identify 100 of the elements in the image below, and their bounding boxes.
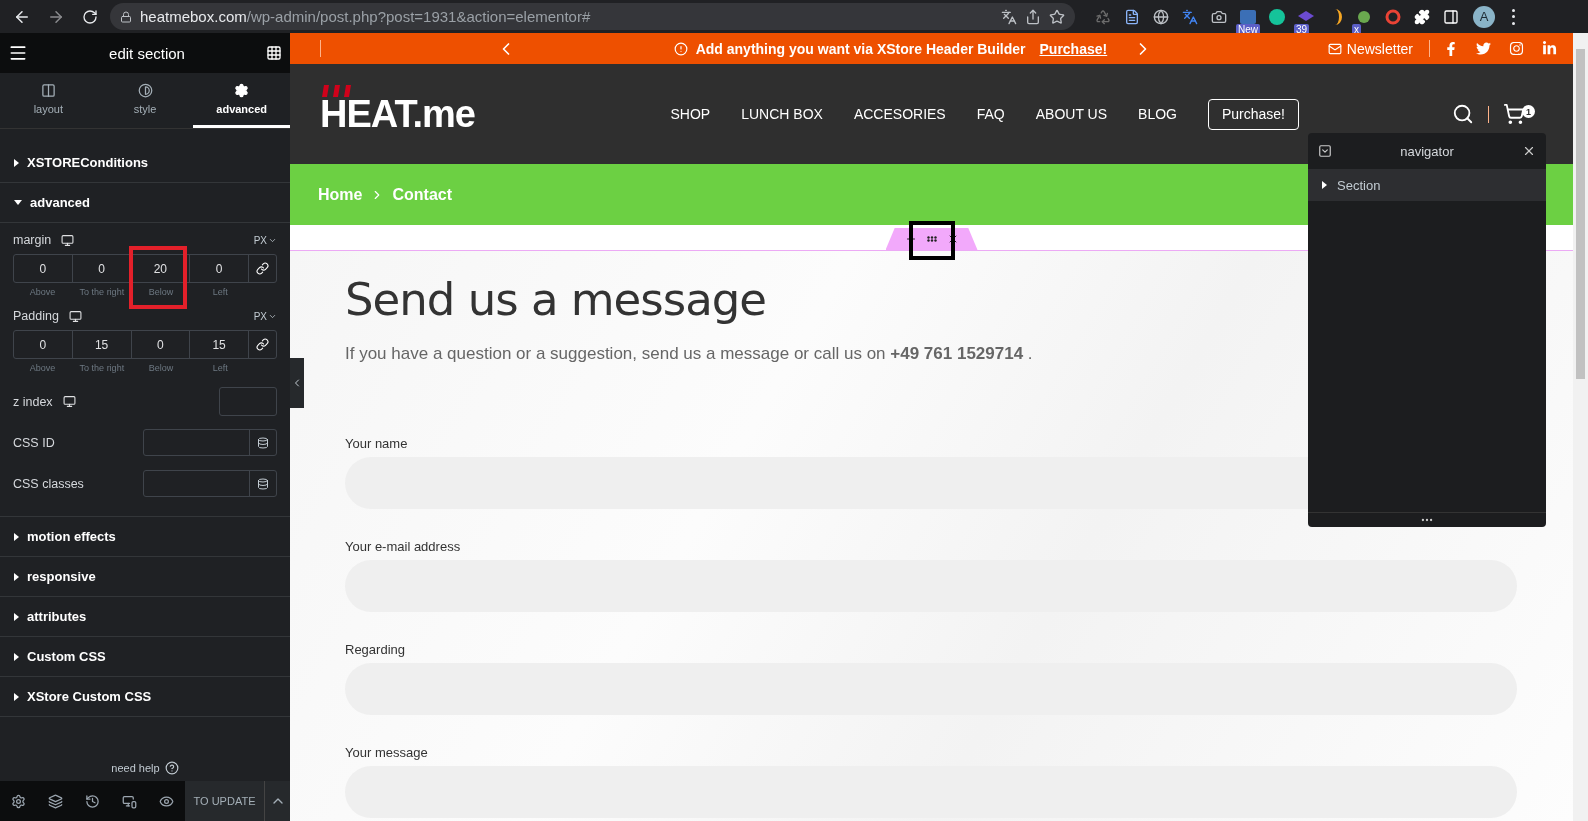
search-icon[interactable] [1452,103,1474,125]
desktop-icon[interactable] [62,395,76,408]
dimension-input[interactable]: 0 [14,261,72,276]
close-icon[interactable] [1522,144,1536,158]
globe-icon[interactable] [1153,8,1169,25]
gear-icon [11,793,26,809]
planet-icon[interactable] [1356,9,1372,24]
nav-link[interactable]: SHOP [670,106,711,122]
bookmark-star-icon[interactable] [1049,8,1065,25]
link-icon [256,262,269,275]
extension-icon[interactable] [1269,8,1285,25]
devices-icon [122,793,137,809]
panel-title: edit section [109,44,185,62]
history-icon [85,793,100,809]
unit-select[interactable]: PX [253,234,277,246]
panel-tab[interactable]: style [96,73,194,128]
dimension-label: Left [211,363,229,373]
widgets-grid-icon[interactable] [266,45,282,61]
newsletter-link[interactable]: Newsletter [1346,40,1413,57]
eye-icon [159,793,174,809]
dimension-label: To the right [78,363,126,373]
dimension-input[interactable]: 0 [190,261,248,276]
recycle-icon[interactable] [1095,8,1111,25]
dimension-label: Above [28,363,57,373]
dimension-input[interactable]: 0 [131,337,190,352]
dimension-input[interactable]: 15 [190,337,248,352]
side-panel-icon[interactable] [1443,8,1459,25]
field-label: Regarding [345,642,406,657]
dimension-input[interactable]: 0 [72,261,131,276]
help-icon[interactable] [164,761,179,775]
menu-icon[interactable] [8,43,28,63]
extensions-icon[interactable] [1414,8,1430,25]
menu-icon[interactable] [1511,8,1515,25]
navigator-title: navigator [1399,143,1455,159]
dimension-label: Below [147,363,175,373]
help-link[interactable]: need help [111,762,160,774]
alert-icon [673,41,688,56]
update-button[interactable]: TO UPDATE [185,781,265,821]
intro-text: If you have a question or a suggestion, send us a message or call us on +49 761 1529714 . [345,344,1034,364]
settings-icon [234,83,250,98]
lock-icon [120,10,132,23]
dimension-label: To the right [78,287,126,297]
link-icon [256,338,269,351]
control-label: Padding [13,309,59,323]
unit-select[interactable]: PX [253,310,277,322]
database-icon [257,436,269,449]
document-icon[interactable] [1124,8,1140,25]
cart-button[interactable]: 1 [1503,103,1535,125]
instagram-icon[interactable] [1509,41,1524,56]
text-field[interactable] [143,429,277,456]
camera-icon[interactable] [1211,8,1227,25]
field-label: Your e-mail address [345,539,462,554]
dimension-input[interactable]: 0 [14,337,72,352]
control-label: z index [13,394,53,409]
control-label: margin [13,233,52,247]
dimension-input[interactable]: 15 [72,337,131,352]
purchase-link[interactable]: Purchase! [1039,40,1108,57]
drag-dots-icon[interactable] [926,236,937,242]
reload-icon [82,8,98,25]
field-label: Your name [345,436,409,451]
control-label: CSS classes [13,476,84,491]
profile-avatar[interactable]: A [1473,5,1495,28]
dimension-label: Left [211,287,229,297]
highlight-frame [909,221,955,260]
twitter-icon[interactable] [1476,41,1491,56]
z-index-input[interactable] [219,387,277,416]
nav-link[interactable]: ABOUT US [1035,106,1108,122]
panel-tab[interactable]: layout [0,73,97,128]
text-field[interactable] [143,470,277,497]
address-bar[interactable]: heatmebox.com/wp-admin/post.php?post=1931&action=elementor# [110,3,1075,30]
translate-icon[interactable] [1182,8,1198,25]
navigator-item[interactable]: Section [1308,169,1546,201]
nav-link[interactable]: LUNCH BOX [741,106,823,122]
database-icon [257,477,269,490]
purchase-button[interactable]: Purchase! [1207,98,1299,130]
field-label: Your message [345,745,429,760]
dimension-label: Above [28,287,57,297]
desktop-icon[interactable] [61,233,75,247]
nav-link[interactable]: FAQ [976,106,1005,122]
logo[interactable]: HEAT.me [320,92,475,136]
control-label: CSS ID [13,435,55,450]
scrollbar-thumb[interactable] [1576,49,1585,379]
linkedin-icon[interactable] [1542,41,1557,56]
highlight-frame [129,246,187,309]
nav-link[interactable]: ACCESORIES [853,106,946,122]
extension-icon[interactable] [1385,8,1401,25]
dimension-input[interactable]: 20 [131,261,190,276]
nav-link[interactable]: BLOG [1138,106,1177,122]
hat-icon[interactable] [1298,10,1314,23]
collapse-icon[interactable] [1318,144,1332,158]
desktop-icon[interactable] [68,309,82,323]
options-button[interactable] [265,781,290,821]
dimension-label: Below [147,287,175,297]
flame-icon [320,84,354,97]
cart-count: 1 [1522,105,1535,118]
cart-icon [1503,103,1525,125]
translate-icon[interactable] [1001,8,1017,25]
layers-icon [48,793,63,809]
facebook-icon[interactable] [1444,41,1458,56]
share-icon[interactable] [1025,8,1041,25]
